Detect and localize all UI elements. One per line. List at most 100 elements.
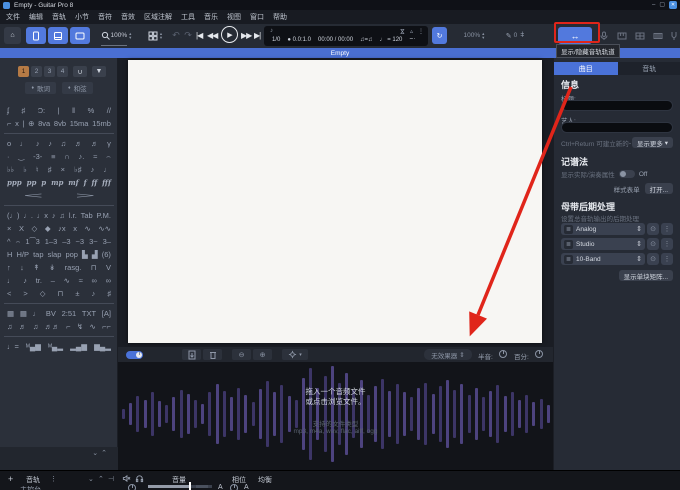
audio-waveform-area[interactable]: 拖入一个音频文件 或点击浏览文件。 支持的文件类型 mp3, m4a, wav,… [118,362,553,470]
palette-symbol[interactable]: ♩x [37,211,48,220]
palette-symbol[interactable]: ⊕ [28,119,34,128]
palette-symbol[interactable]: ♫ [61,139,67,148]
cents-knob[interactable] [535,350,543,358]
menu-item-帮助[interactable]: 帮助 [273,12,287,22]
waveform-zoom-in-button[interactable]: ⊕ [253,349,272,360]
palette-symbol[interactable]: ⌐⌐ [102,322,111,331]
chain-menu-button[interactable]: ⋮ [661,223,673,235]
palette-symbol[interactable]: ♪ [36,139,40,148]
menu-item-文件[interactable]: 文件 [6,12,20,22]
palette-symbol[interactable]: ♪ [23,276,27,285]
palette-symbol[interactable]: ♭♯ [74,165,81,174]
close-button[interactable]: ✕ [669,1,677,9]
palette-symbol[interactable]: · [7,152,10,161]
voice-button-2[interactable]: 2 [31,66,42,77]
palette-symbol[interactable]: ◆ [45,224,51,233]
palette-symbol[interactable]: ♭♭ [7,165,14,174]
chain-power-button[interactable]: ⊙ [647,253,659,265]
palette-symbol[interactable]: ♪x [58,224,66,233]
palette-symbol[interactable]: ± [75,289,79,298]
palette-symbol[interactable]: ‖ [72,106,75,115]
palette-symbol[interactable]: f [84,178,87,187]
palette-symbol[interactable]: ♩. [23,211,33,220]
palette-symbol[interactable]: ♪ [91,165,95,174]
palette-symbol[interactable]: tap [33,250,43,259]
menu-item-视图[interactable]: 视图 [227,12,241,22]
view-screen-button[interactable] [70,27,90,44]
inspector-tab-音轨[interactable]: 音轨 [618,62,680,75]
pan-knob[interactable] [230,484,238,490]
palette-symbol[interactable]: ♬ [91,139,99,148]
import-audio-button[interactable] [182,349,201,360]
undo-button[interactable]: ↶ [170,27,182,44]
palette-symbol[interactable]: ʄ [7,106,9,115]
palette-symbol[interactable]: ≈ [93,152,97,161]
title-input[interactable] [561,100,673,111]
palette-symbol[interactable]: < [7,289,11,298]
menu-item-音符[interactable]: 音符 [98,12,112,22]
palette-symbol[interactable]: 15mb [92,119,111,128]
palette-symbol[interactable]: ♬ [75,139,83,148]
palette-symbol[interactable]: × [7,224,11,233]
palette-symbol[interactable]: | [23,119,25,128]
palette-symbol[interactable]: ⌐ [7,119,11,128]
palette-symbol[interactable]: ∿ [90,322,96,331]
layout-stepper[interactable]: ▴▾ [160,32,162,39]
menu-item-音轨[interactable]: 音轨 [52,12,66,22]
palette-symbol[interactable]: ↡ [49,263,55,272]
palette-symbol[interactable]: ↯ [77,322,83,331]
palette-symbol[interactable]: ∿∿ [98,224,111,233]
palette-symbol[interactable]: ♫ [33,322,39,331]
display-menu-icon[interactable]: ⋮ [418,28,424,35]
voice-button-1[interactable]: 1 [18,66,29,77]
palette-symbol[interactable]: o [7,139,11,148]
home-button[interactable]: ⌂ [4,27,21,44]
palette-symbol[interactable]: ▆▄▂ [94,342,111,351]
palette-symbol[interactable]: ∞ [92,276,97,285]
semitone-knob[interactable] [499,350,507,358]
loop-button[interactable]: ↻ [432,27,447,44]
menu-item-小节[interactable]: 小节 [75,12,89,22]
master-gain-knob[interactable] [128,484,136,490]
palette-symbol[interactable]: 1⁀3 [25,237,39,246]
palette-symbol[interactable]: ♭ [23,165,27,174]
go-to-end-button[interactable]: ▶| [254,31,260,40]
palette-symbol[interactable]: ▂▄▆ [70,342,87,351]
palette-symbol[interactable]: ▦ [20,309,27,318]
palette-symbol[interactable]: < [23,191,43,200]
menu-item-区域注解[interactable]: 区域注解 [144,12,172,22]
palette-symbol[interactable]: 2:51 [62,309,77,318]
collapse-down-icon[interactable]: ⌄ [92,450,101,457]
volume-automation-button[interactable]: A [218,484,223,490]
palette-symbol[interactable]: ▟ [92,250,98,259]
rewind-button[interactable]: ◀◀ [207,31,217,40]
voice-button-3[interactable]: 3 [44,66,55,77]
palette-symbol[interactable]: ff [91,178,97,187]
menu-item-窗口[interactable]: 窗口 [250,12,264,22]
palette-symbol[interactable]: ♯ [48,165,52,174]
palette-symbol[interactable]: ▙ [82,250,88,259]
palette-symbol[interactable]: ∞ [106,276,111,285]
palette-symbol[interactable]: ∿ [85,224,91,233]
palette-symbol[interactable]: TXT [82,309,96,318]
fretboard-panel-button[interactable] [650,27,666,44]
palette-symbol[interactable]: ⊓ [91,263,97,272]
chords-button[interactable]: ♦和弦 [62,82,93,94]
collapse-track-icon[interactable]: ⌄ [88,475,94,483]
tuner-panel-button[interactable] [667,27,680,44]
menu-item-工具[interactable]: 工具 [181,12,195,22]
palette-symbol[interactable]: ↑ [7,263,11,272]
view-parchment-button[interactable] [48,27,68,44]
relative-speed-control[interactable]: 100% ▴▾ [451,27,495,44]
tempo-display[interactable]: ♩ = 120 [380,37,403,43]
show-more-button[interactable]: 显示更多 ▾ [632,137,673,148]
menu-item-编辑[interactable]: 编辑 [29,12,43,22]
palette-symbol[interactable]: ᴹ▄▆ [26,342,41,351]
palette-symbol[interactable]: ↟ [33,263,39,272]
view-page-button[interactable] [26,27,46,44]
layout-picker[interactable]: ▴▾ [142,27,168,44]
chain-preset-select[interactable]: ≣Studio⇕ [561,238,645,250]
palette-symbol[interactable]: V [106,263,111,272]
artist-input[interactable] [561,122,673,133]
palette-symbol[interactable]: ♪ [91,289,95,298]
